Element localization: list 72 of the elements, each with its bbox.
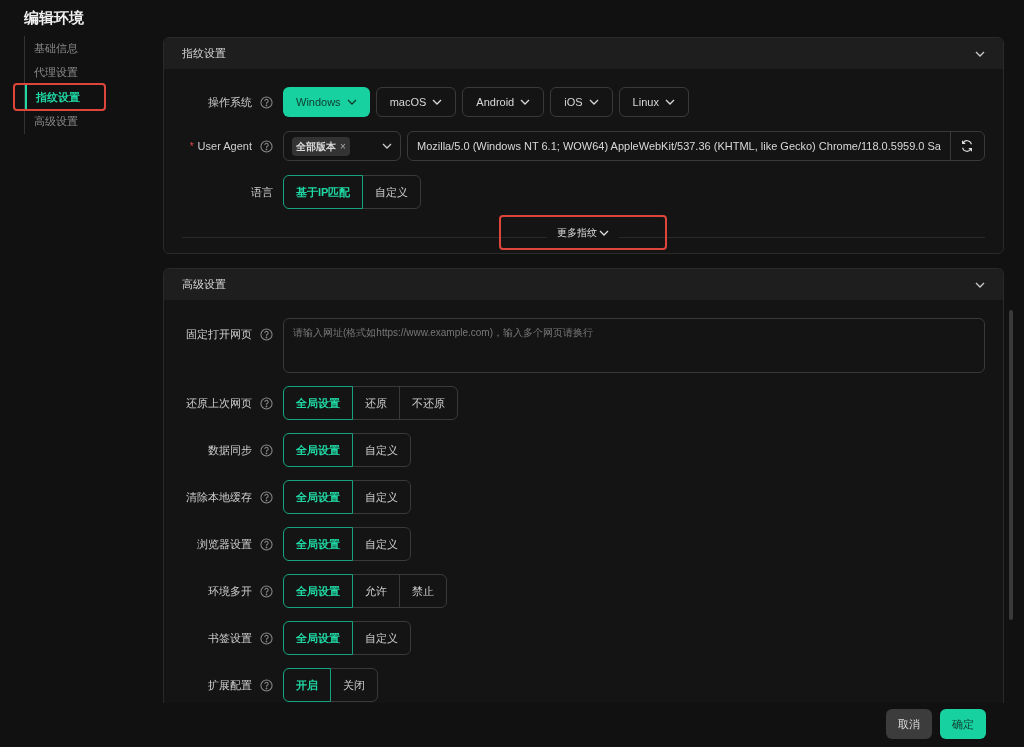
help-icon bbox=[260, 396, 273, 410]
field-label: 浏览器设置 bbox=[197, 536, 252, 552]
segment-option[interactable]: 允许 bbox=[352, 574, 400, 608]
section-title: 高级设置 bbox=[182, 277, 226, 293]
help-icon bbox=[260, 443, 273, 457]
chevron-down-icon bbox=[382, 143, 392, 149]
help-icon bbox=[260, 584, 273, 598]
chevron-down-icon bbox=[432, 99, 443, 105]
more-fingerprints-button[interactable]: 更多指纹 bbox=[547, 225, 620, 240]
chevron-down-icon bbox=[520, 99, 531, 105]
os-dropdown[interactable]: Windows bbox=[283, 87, 370, 117]
refresh-icon bbox=[960, 139, 975, 153]
field-label: 语言 bbox=[251, 184, 273, 200]
os-dropdown[interactable]: Linux bbox=[618, 87, 689, 117]
confirm-button[interactable]: 确定 bbox=[940, 709, 986, 739]
os-dropdown[interactable]: macOS bbox=[375, 87, 457, 117]
segment-option[interactable]: 关闭 bbox=[330, 668, 378, 702]
segment-option[interactable]: 自定义 bbox=[352, 621, 411, 655]
field-label: 清除本地缓存 bbox=[186, 489, 252, 505]
help-icon bbox=[260, 490, 273, 504]
segment-option[interactable]: 自定义 bbox=[352, 527, 411, 561]
segment-option[interactable]: 自定义 bbox=[352, 433, 411, 467]
url-textarea[interactable]: 请输入网址(格式如https://www.example.com)，输入多个网页请换行 bbox=[283, 318, 985, 373]
field-label: 操作系统 bbox=[208, 94, 252, 110]
dialog-title: 编辑环境 bbox=[24, 8, 85, 28]
scrollbar-thumb[interactable] bbox=[1008, 310, 1013, 620]
segment-option[interactable]: 全局设置 bbox=[283, 621, 353, 655]
field-label: User Agent bbox=[197, 138, 252, 154]
version-tag: 全部版本 × bbox=[292, 136, 350, 156]
required-marker: * bbox=[189, 139, 194, 154]
field-label: 还原上次网页 bbox=[186, 395, 252, 411]
chevron-down-icon bbox=[588, 99, 599, 105]
segment-option[interactable]: 开启 bbox=[283, 668, 331, 702]
tag-remove[interactable]: × bbox=[340, 138, 346, 154]
help-icon bbox=[260, 139, 273, 153]
segment-option[interactable]: 全局设置 bbox=[283, 527, 353, 561]
field-label: 固定打开网页 bbox=[186, 327, 252, 342]
segment-option[interactable]: 全局设置 bbox=[283, 433, 353, 467]
segment-option[interactable]: 基于IP匹配 bbox=[283, 175, 364, 209]
section-title: 指纹设置 bbox=[182, 46, 226, 62]
segment-option[interactable]: 不还原 bbox=[399, 386, 458, 420]
chevron-down-icon bbox=[974, 50, 985, 57]
cancel-button[interactable]: 取消 bbox=[886, 709, 932, 739]
version-select[interactable]: 全部版本 × bbox=[283, 131, 401, 161]
sidebar-item[interactable]: 代理设置 bbox=[25, 60, 106, 85]
segment-option[interactable]: 全局设置 bbox=[283, 386, 353, 420]
sidebar-item[interactable]: 指纹设置 bbox=[25, 84, 80, 109]
os-dropdown[interactable]: Android bbox=[462, 87, 545, 117]
chevron-down-icon bbox=[346, 99, 357, 105]
field-label: 扩展配置 bbox=[208, 677, 252, 693]
chevron-down-icon bbox=[664, 99, 675, 105]
chevron-down-icon bbox=[974, 281, 985, 288]
segment-option[interactable]: 禁止 bbox=[399, 574, 447, 608]
help-icon bbox=[260, 537, 273, 551]
section-header[interactable]: 高级设置 bbox=[164, 269, 1003, 300]
segment-option[interactable]: 自定义 bbox=[362, 175, 422, 209]
segment-option[interactable]: 自定义 bbox=[352, 480, 411, 514]
field-label: 环境多开 bbox=[208, 583, 252, 599]
segment-option[interactable]: 还原 bbox=[352, 386, 400, 420]
chevron-down-icon bbox=[599, 229, 610, 236]
segment-option[interactable]: 全局设置 bbox=[283, 574, 353, 608]
sidebar-item[interactable]: 基础信息 bbox=[25, 35, 106, 60]
field-label: 书签设置 bbox=[208, 630, 252, 646]
help-icon bbox=[260, 95, 273, 109]
segment-option[interactable]: 全局设置 bbox=[283, 480, 353, 514]
help-icon bbox=[260, 327, 273, 341]
section-header[interactable]: 指纹设置 bbox=[164, 38, 1003, 69]
help-icon bbox=[260, 678, 273, 692]
os-dropdown[interactable]: iOS bbox=[550, 87, 613, 117]
help-icon bbox=[260, 631, 273, 645]
sidebar-item[interactable]: 高级设置 bbox=[25, 109, 106, 134]
field-label: 数据同步 bbox=[208, 442, 252, 458]
